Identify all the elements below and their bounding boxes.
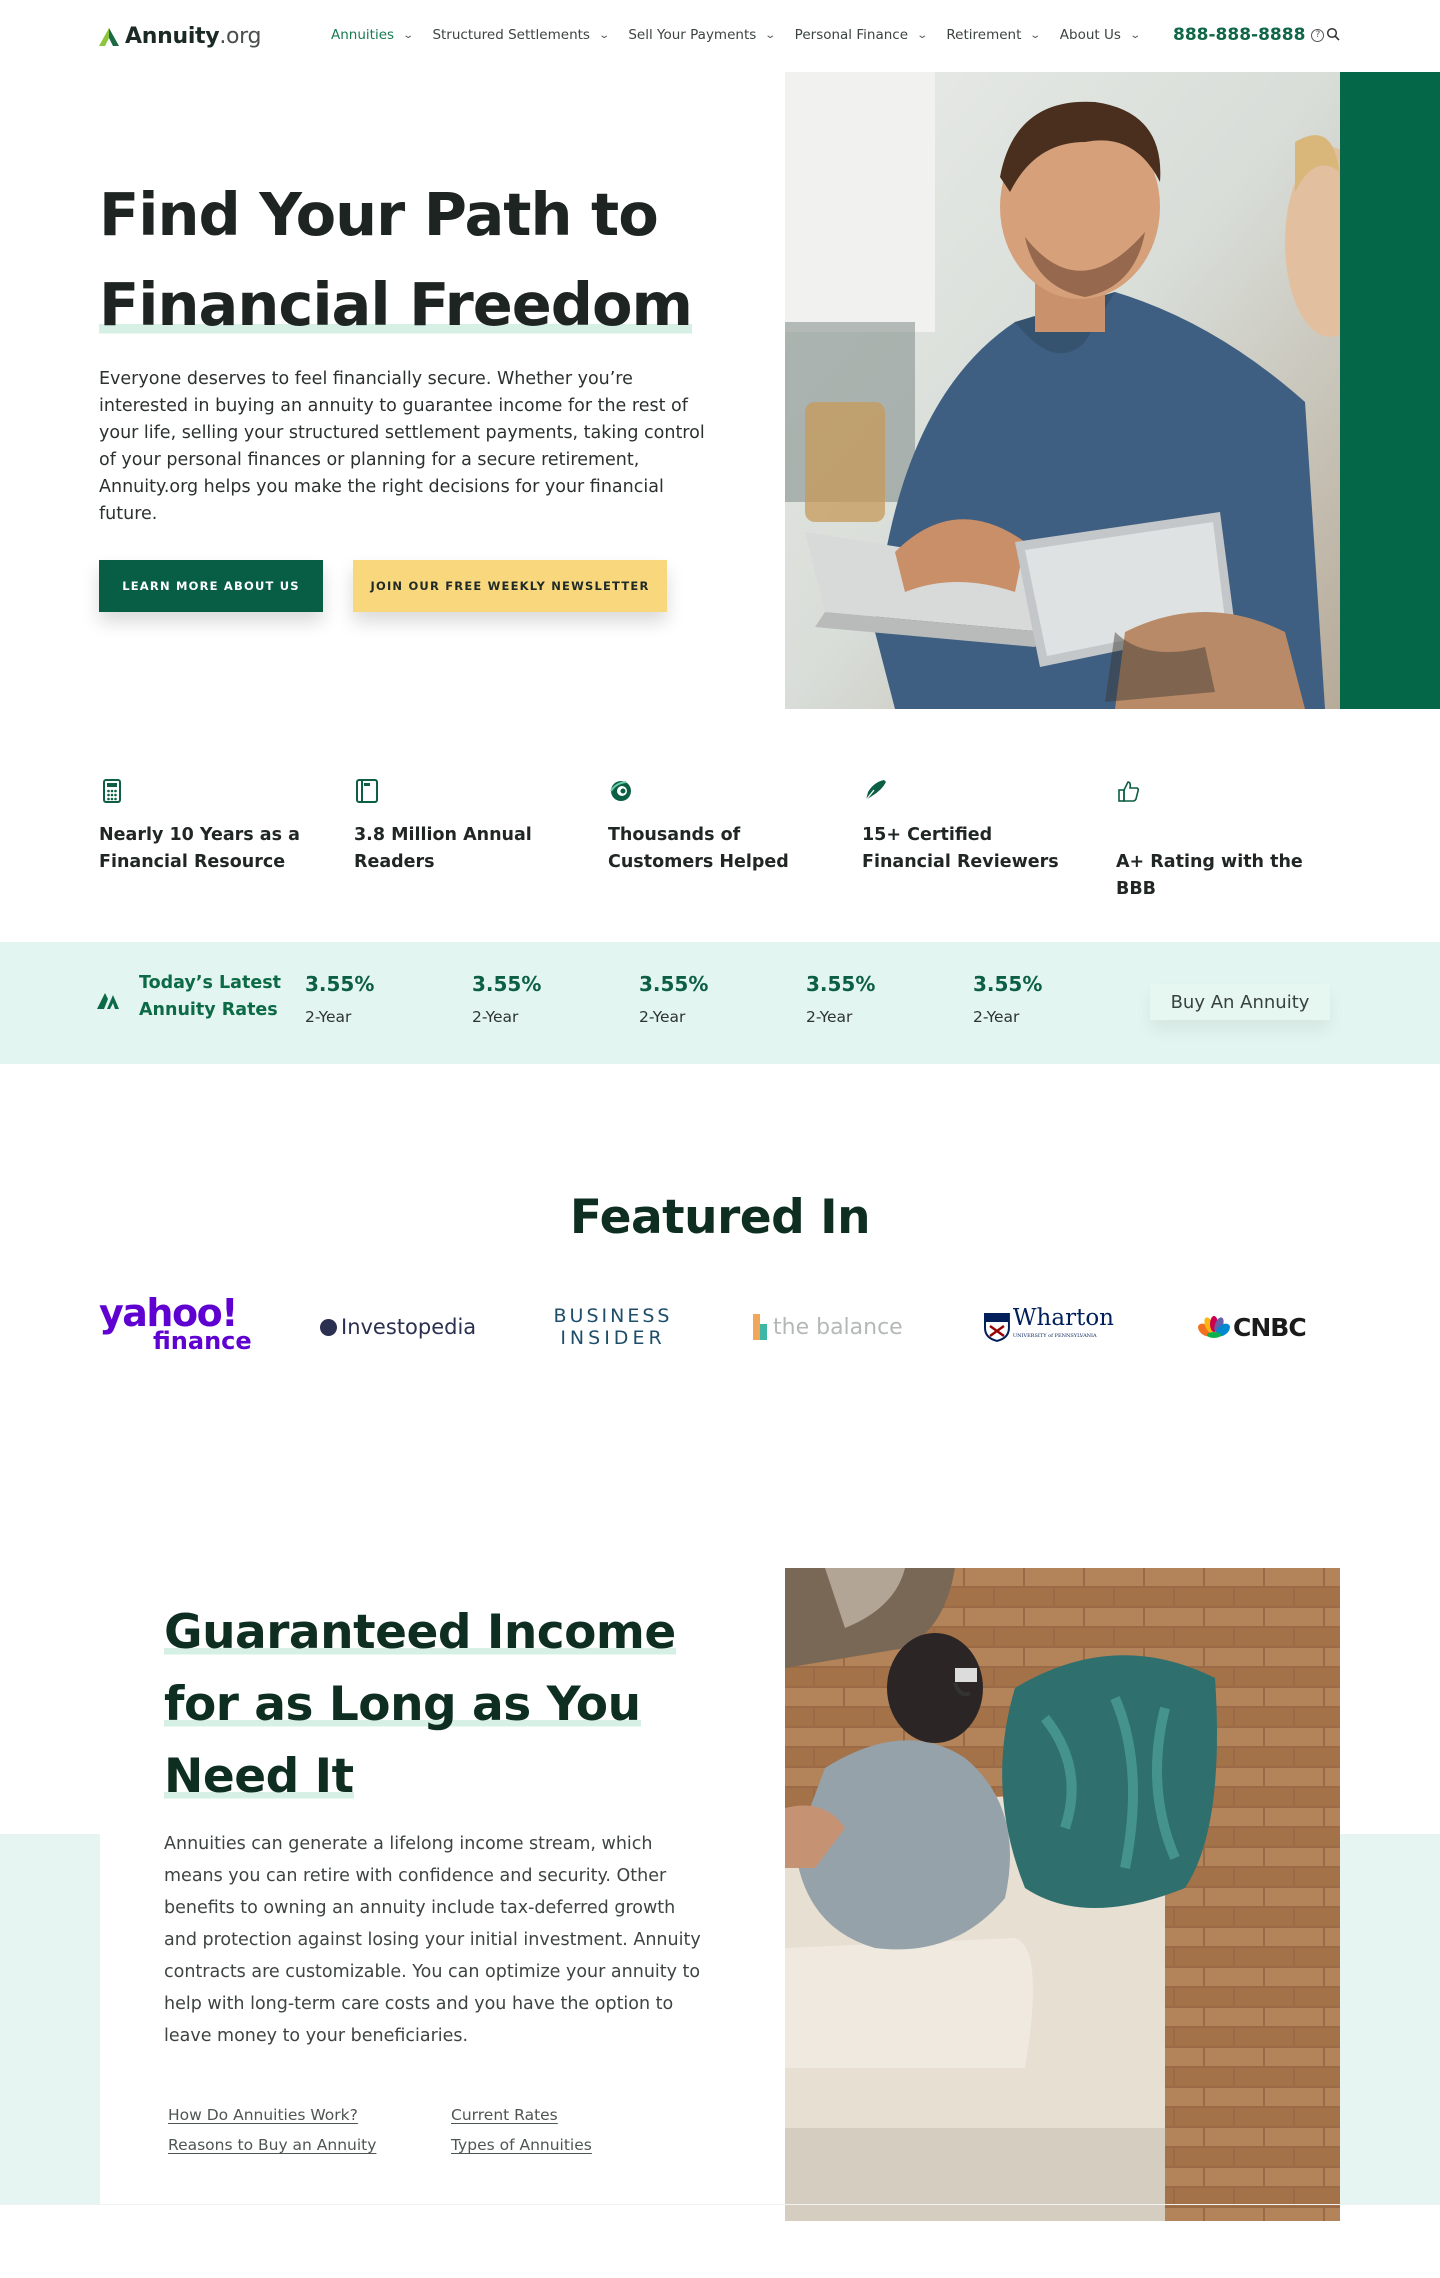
rate-value: 3.55%: [806, 972, 876, 996]
nav-item-about-us[interactable]: About Us ⌄: [1060, 27, 1141, 43]
chevron-down-icon: ⌄: [1129, 29, 1141, 41]
rate-value: 3.55%: [639, 972, 709, 996]
phone-number-link[interactable]: 888-888-8888 ?: [1173, 25, 1325, 45]
rate-term: 2-Year: [305, 1008, 352, 1026]
stat-label: Nearly 10 Years as a Financial Resource: [99, 825, 300, 872]
stat-label: Thousands of Customers Helped: [608, 825, 789, 872]
link-current-rates[interactable]: Current Rates: [451, 2106, 558, 2124]
link-types-of-annuities[interactable]: Types of Annuities: [451, 2136, 592, 2154]
nav-item-personal-finance[interactable]: Personal Finance ⌄: [795, 27, 929, 43]
investopedia-mark-icon: [320, 1318, 337, 1336]
calculator-icon: [103, 779, 121, 803]
the-balance-logo: the balance: [753, 1295, 913, 1359]
rate-term: 2-Year: [639, 1008, 686, 1026]
hero-accent-panel: [1340, 72, 1440, 709]
cnbc-logo: CNBC: [1196, 1295, 1341, 1359]
hero-photo: [785, 72, 1340, 709]
divider: [0, 2204, 1440, 2205]
buy-annuity-button[interactable]: Buy An Annuity: [1150, 984, 1330, 1020]
site-logo[interactable]: Annuity.org: [99, 24, 262, 49]
rate-item[interactable]: 3.55% 2-Year: [973, 972, 1042, 1026]
annuity-rates-bar: Today’s Latest Annuity Rates 3.55% 2-Yea…: [0, 942, 1440, 1064]
section-bg-left: [0, 1834, 100, 2204]
nav-item-structured-settlements[interactable]: Structured Settlements ⌄: [432, 27, 611, 43]
business-insider-logo: BUSINESS INSIDER: [553, 1305, 673, 1349]
rate-item[interactable]: 3.55% 2-Year: [305, 972, 374, 1026]
investopedia-logo: Investopedia: [320, 1295, 480, 1359]
rate-item[interactable]: 3.55% 2-Year: [472, 972, 541, 1026]
rate-value: 3.55%: [973, 972, 1043, 996]
rate-term: 2-Year: [973, 1008, 1020, 1026]
stat-label: A+ Rating with the BBB: [1116, 852, 1303, 899]
help-icon[interactable]: ?: [1311, 28, 1325, 42]
stat-label: 3.8 Million Annual Readers: [354, 825, 532, 872]
learn-more-button[interactable]: LEARN MORE ABOUT US: [99, 560, 323, 612]
thumbs-up-icon: [1118, 781, 1140, 802]
stat-readers: 3.8 Million Annual Readers: [354, 778, 564, 876]
section-bg-right: [1340, 1834, 1440, 2204]
hands-icon: [610, 781, 631, 801]
pen-icon: [865, 780, 886, 801]
rates-logo-icon: [97, 993, 119, 1009]
stat-label: 15+ Certified Financial Reviewers: [862, 825, 1059, 872]
wharton-shield-icon: [984, 1313, 1010, 1342]
phone-number: 888-888-8888: [1173, 25, 1306, 45]
search-icon[interactable]: [1326, 27, 1340, 41]
section-photo: [785, 1568, 1340, 2221]
nav-item-retirement[interactable]: Retirement ⌄: [946, 27, 1042, 43]
book-icon: [356, 779, 378, 803]
rate-value: 3.55%: [305, 972, 375, 996]
logo-mark-icon: [99, 27, 119, 46]
nav-item-sell-your-payments[interactable]: Sell Your Payments ⌄: [628, 27, 777, 43]
link-how-annuities-work[interactable]: How Do Annuities Work?: [168, 2106, 358, 2124]
wharton-logo: Wharton UNIVERSITY of PENNSYLVANIA: [984, 1295, 1114, 1359]
chevron-down-icon: ⌄: [598, 29, 611, 41]
top-navigation: Annuity.org Annuities ⌄ Structured Settle…: [0, 0, 1440, 72]
rate-item[interactable]: 3.55% 2-Year: [806, 972, 875, 1026]
chevron-down-icon: ⌄: [1029, 29, 1042, 41]
nav-item-annuities[interactable]: Annuities ⌄: [331, 27, 415, 43]
rates-title: Today’s Latest Annuity Rates: [139, 973, 281, 1020]
main-menu: Annuities ⌄ Structured Settlements ⌄ Sell …: [331, 27, 1159, 43]
stat-reviewers: 15+ Certified Financial Reviewers: [862, 778, 1072, 876]
chevron-down-icon: ⌄: [764, 29, 777, 41]
newsletter-button[interactable]: JOIN OUR FREE WEEKLY NEWSLETTER: [353, 560, 667, 612]
hero-title: Find Your Path to Financial Freedom: [99, 180, 693, 339]
balance-mark-icon: [753, 1314, 767, 1340]
section-description: Annuities can generate a lifelong income…: [164, 1834, 701, 2046]
hero-description: Everyone deserves to feel financially se…: [99, 369, 705, 524]
section-title: Guaranteed Income for as Long as You Nee…: [164, 1605, 676, 1804]
featured-in-title: Featured In: [569, 1190, 871, 1245]
logo-text: Annuity.org: [125, 24, 262, 49]
stat-bbb: A+ Rating with the BBB: [1116, 778, 1326, 903]
rate-item[interactable]: 3.55% 2-Year: [639, 972, 708, 1026]
yahoo-finance-logo: yahoo! finance: [99, 1291, 252, 1355]
rate-value: 3.55%: [472, 972, 542, 996]
rate-term: 2-Year: [806, 1008, 853, 1026]
nbc-peacock-icon: [1198, 1316, 1230, 1338]
chevron-down-icon: ⌄: [402, 29, 415, 41]
chevron-down-icon: ⌄: [916, 29, 929, 41]
stat-years: Nearly 10 Years as a Financial Resource: [99, 778, 309, 876]
link-reasons-to-buy[interactable]: Reasons to Buy an Annuity: [168, 2136, 376, 2154]
stat-customers: Thousands of Customers Helped: [608, 778, 818, 876]
rate-term: 2-Year: [472, 1008, 519, 1026]
